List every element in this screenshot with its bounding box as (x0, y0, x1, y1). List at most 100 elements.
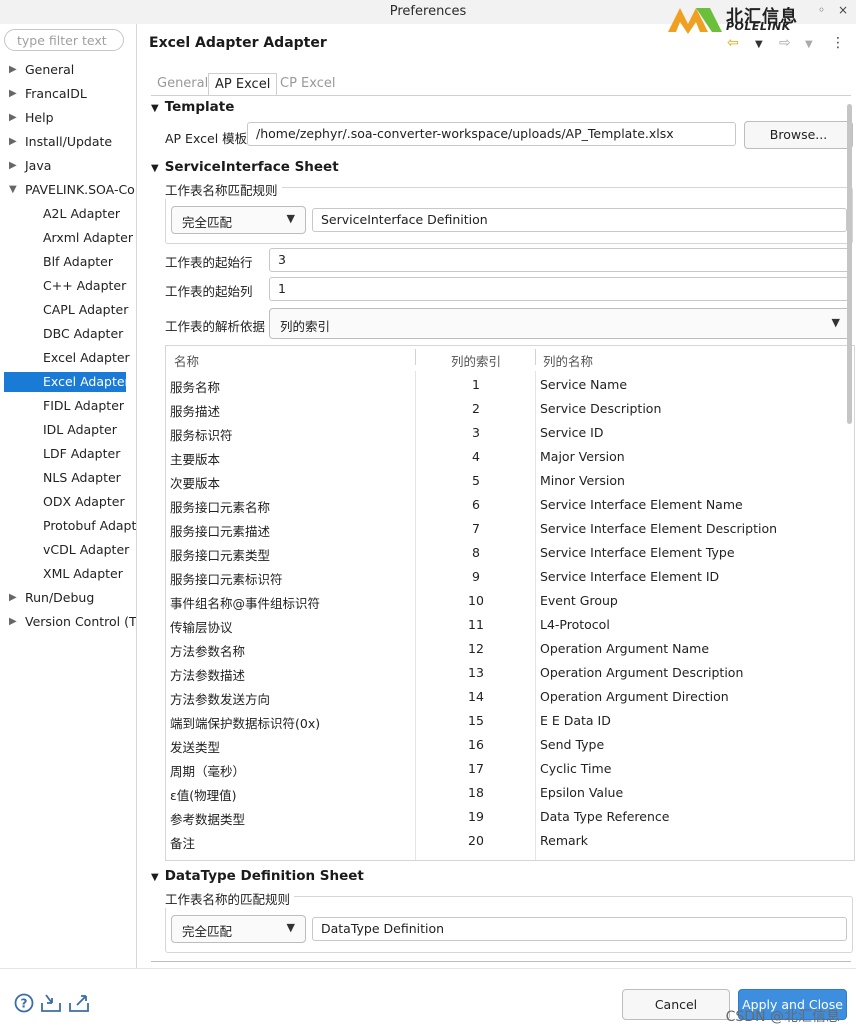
tree-item[interactable]: ODX Adapter (0, 492, 136, 512)
tree-item[interactable]: ▶ General (0, 60, 136, 80)
expanded-arrow-icon[interactable]: ▼ (9, 180, 19, 200)
table-row[interactable]: 方法参数发送方向 14 Operation Argument Direction (166, 685, 854, 709)
tree-item[interactable]: NLS Adapter (0, 468, 136, 488)
table-row[interactable]: 服务接口元素类型 8 Service Interface Element Type (166, 541, 854, 565)
tab-ap-excel[interactable]: AP Excel (208, 73, 278, 96)
cell-column-name: L4-Protocol (540, 617, 610, 632)
collapse-icon[interactable]: ▼ (151, 103, 159, 114)
more-icon[interactable]: ⋮ (831, 35, 845, 51)
table-row[interactable]: 次要版本 5 Minor Version (166, 469, 854, 493)
column-header-colname[interactable]: 列的名称 (543, 351, 593, 370)
help-icon[interactable]: ? (14, 993, 34, 1018)
column-header-index[interactable]: 列的索引 (451, 351, 501, 370)
table-row[interactable]: 服务接口元素名称 6 Service Interface Element Name (166, 493, 854, 517)
export-icon[interactable] (68, 993, 90, 1018)
table-row[interactable]: 服务名称 1 Service Name (166, 373, 854, 397)
tree-item[interactable]: ▼ PAVELINK.SOA-Co (0, 180, 136, 200)
cell-name: 事件组名称@事件组标识符 (170, 596, 321, 611)
column-header-separator[interactable] (415, 349, 416, 365)
template-path-input[interactable]: /home/zephyr/.soa-converter-workspace/up… (247, 122, 736, 146)
table-row[interactable]: 服务接口元素标识符 9 Service Interface Element ID (166, 565, 854, 589)
tree-item[interactable]: ▶ Java (0, 156, 136, 176)
tree-item[interactable]: LDF Adapter (0, 444, 136, 464)
cancel-button[interactable]: Cancel (622, 989, 730, 1020)
tree-item-label: NLS Adapter (43, 470, 121, 485)
tree-item[interactable]: vCDL Adapter (0, 540, 136, 560)
cell-index: 3 (472, 425, 480, 440)
tree-item[interactable]: ▶ FrancaIDL (0, 84, 136, 104)
section-datatype[interactable]: ▼ DataType Definition Sheet (151, 868, 364, 884)
collapsed-arrow-icon[interactable]: ▶ (9, 156, 19, 176)
cell-name: 服务名称 (170, 380, 221, 395)
section-template[interactable]: ▼ Template (151, 99, 234, 115)
table-row[interactable]: 主要版本 4 Major Version (166, 445, 854, 469)
tree-item[interactable]: Excel Adapter A (4, 372, 126, 392)
tree-item-label: ODX Adapter (43, 494, 125, 509)
tree-item[interactable]: ▶ Help (0, 108, 136, 128)
table-row[interactable]: 周期（毫秒） 17 Cyclic Time (166, 757, 854, 781)
collapsed-arrow-icon[interactable]: ▶ (9, 588, 19, 608)
collapse-icon[interactable]: ▼ (151, 872, 159, 883)
tree-item[interactable]: ▶ Version Control (T (0, 612, 136, 632)
table-row[interactable]: 服务描述 2 Service Description (166, 397, 854, 421)
collapsed-arrow-icon[interactable]: ▶ (9, 612, 19, 632)
forward-dropdown-icon[interactable]: ▼ (805, 39, 813, 50)
close-button[interactable]: × (838, 3, 848, 17)
datatype-sheet-name-input[interactable]: DataType Definition (312, 917, 847, 941)
start-col-input[interactable]: 1 (269, 277, 851, 301)
column-header-name[interactable]: 名称 (174, 351, 199, 370)
table-row[interactable]: 方法参数名称 12 Operation Argument Name (166, 637, 854, 661)
table-row[interactable]: ε值(物理值) 18 Epsilon Value (166, 781, 854, 805)
tab-general[interactable]: General (157, 73, 208, 95)
tab-cp-excel[interactable]: CP Excel (280, 73, 336, 95)
match-mode-combo[interactable]: 完全匹配 ▼ (171, 206, 306, 234)
cell-column-name: E E Data ID (540, 713, 611, 728)
back-dropdown-icon[interactable]: ▼ (755, 39, 763, 50)
tree-item[interactable]: Protobuf Adapt (0, 516, 136, 536)
tree-item[interactable]: CAPL Adapter (0, 300, 136, 320)
vertical-scrollbar[interactable] (847, 104, 852, 424)
start-row-input[interactable]: 3 (269, 248, 851, 272)
table-row[interactable]: 方法参数描述 13 Operation Argument Description (166, 661, 854, 685)
column-header-separator[interactable] (535, 349, 536, 365)
table-row[interactable]: 发送类型 16 Send Type (166, 733, 854, 757)
tree-item[interactable]: ▶ Run/Debug (0, 588, 136, 608)
tree-item[interactable]: IDL Adapter (0, 420, 136, 440)
cell-column-name: Operation Argument Description (540, 665, 744, 680)
tree-item[interactable]: DBC Adapter (0, 324, 136, 344)
tree-item[interactable]: Arxml Adapter (0, 228, 136, 248)
section-service-interface[interactable]: ▼ ServiceInterface Sheet (151, 159, 339, 175)
collapsed-arrow-icon[interactable]: ▶ (9, 132, 19, 152)
table-row[interactable]: 备注 20 Remark (166, 829, 854, 853)
column-mapping-table[interactable]: 名称 列的索引 列的名称 服务名称 1 Service Name 服务描述 2 Servi… (165, 345, 855, 861)
browse-button[interactable]: Browse... (744, 121, 853, 149)
tree-item[interactable]: C++ Adapter (0, 276, 136, 296)
datatype-match-combo[interactable]: 完全匹配 ▼ (171, 915, 306, 943)
tree-item[interactable]: Blf Adapter (0, 252, 136, 272)
filter-input[interactable]: type filter text (4, 29, 124, 51)
table-row[interactable]: 服务标识符 3 Service ID (166, 421, 854, 445)
collapse-icon[interactable]: ▼ (151, 163, 159, 174)
collapsed-arrow-icon[interactable]: ▶ (9, 60, 19, 80)
tree-item[interactable]: Excel Adapter (0, 348, 136, 368)
minimize-button[interactable]: ◦ (818, 3, 825, 17)
forward-arrow-icon[interactable]: ⇨ (779, 35, 791, 51)
parse-basis-combo[interactable]: 列的索引 ▼ (269, 308, 851, 339)
collapsed-arrow-icon[interactable]: ▶ (9, 108, 19, 128)
tree-item[interactable]: XML Adapter (0, 564, 136, 584)
back-arrow-icon[interactable]: ⇦ (727, 35, 739, 51)
table-row[interactable]: 参考数据类型 19 Data Type Reference (166, 805, 854, 829)
sheet-name-input[interactable]: ServiceInterface Definition (312, 208, 847, 232)
table-row[interactable]: 服务接口元素描述 7 Service Interface Element Descr… (166, 517, 854, 541)
tree-item[interactable]: A2L Adapter (0, 204, 136, 224)
tree-item[interactable]: ▶ Install/Update (0, 132, 136, 152)
table-row[interactable]: 端到端保护数据标识符(0x) 15 E E Data ID (166, 709, 854, 733)
import-icon[interactable] (40, 993, 62, 1018)
collapsed-arrow-icon[interactable]: ▶ (9, 84, 19, 104)
cell-name: 端到端保护数据标识符(0x) (170, 716, 321, 731)
clipped-field-edge (151, 961, 851, 962)
table-row[interactable]: 传输层协议 11 L4-Protocol (166, 613, 854, 637)
tree-item[interactable]: FIDL Adapter (0, 396, 136, 416)
table-row[interactable]: 事件组名称@事件组标识符 10 Event Group (166, 589, 854, 613)
cell-column-name: Service Description (540, 401, 662, 416)
